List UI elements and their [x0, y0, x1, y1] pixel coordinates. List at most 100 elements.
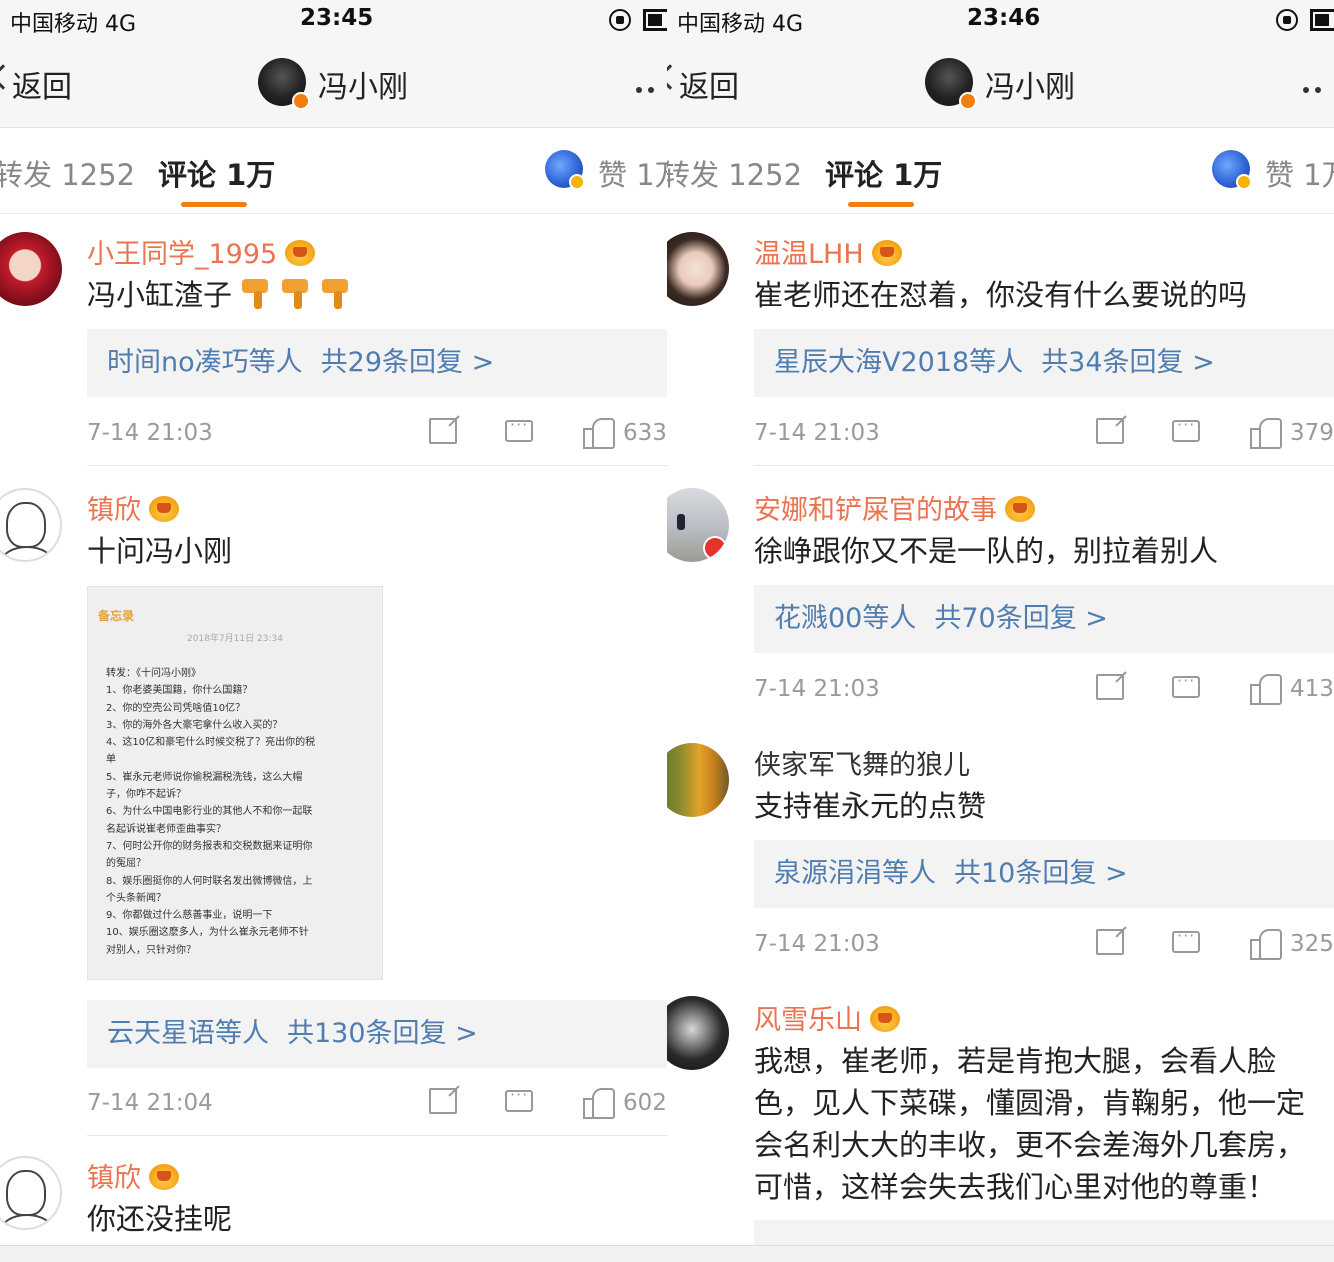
divider: [87, 1135, 667, 1136]
comment-username[interactable]: 小王同学_1995: [87, 232, 316, 271]
share-icon[interactable]: [429, 418, 457, 444]
carrier-label: 中国移动 4G: [10, 12, 137, 37]
left-screenshot: 中国移动 4G 23:45 返回 冯小刚 转发 1252 评论 1万 赞 1万 …: [0, 0, 667, 1245]
verified-icon: [959, 92, 977, 110]
more-icon[interactable]: [636, 78, 666, 93]
image-date: 2018年7月11日 23:34: [187, 634, 283, 644]
like-count: 413: [1290, 676, 1334, 702]
reply-summary[interactable]: 时间no凑巧等人 共29条回复 >: [87, 329, 667, 397]
liker-avatar[interactable]: [545, 150, 585, 190]
like-icon[interactable]: [583, 416, 615, 449]
tab-like[interactable]: 赞 1万: [598, 152, 667, 194]
verified-icon: [292, 92, 310, 110]
clock: 23:45: [300, 5, 374, 31]
avatar[interactable]: [925, 58, 977, 110]
page-title[interactable]: 冯小刚: [318, 62, 408, 106]
like-icon[interactable]: [1250, 416, 1282, 449]
tab-repost[interactable]: 转发 1252: [667, 152, 802, 194]
avatar[interactable]: [667, 488, 729, 562]
crown-icon: [871, 240, 902, 266]
comment-username[interactable]: 镇欣: [87, 1156, 179, 1195]
divider: [754, 465, 1334, 466]
like-count: 602: [623, 1090, 667, 1116]
crown-icon: [285, 240, 316, 266]
like-count: 325: [1290, 931, 1334, 957]
crown-icon: [1005, 496, 1035, 522]
comment-username[interactable]: 温温LHH: [754, 232, 902, 271]
crown-icon: [149, 1164, 179, 1190]
comment-text: 支持崔永元的点赞: [754, 789, 987, 823]
comment-date: 7-14 21:03: [754, 931, 880, 957]
liker-avatar[interactable]: [1212, 150, 1252, 190]
crown-icon: [149, 496, 179, 522]
image-text: 转发：《十问冯小刚》 1、你老婆美国籍，你什么国籍？ 2、你的空壳公司凭啥值10…: [106, 668, 316, 956]
comment-icon[interactable]: [1172, 415, 1200, 442]
battery-icon: [643, 9, 667, 31]
comment-icon[interactable]: [1172, 926, 1200, 953]
comment-icon[interactable]: [505, 415, 533, 442]
tab-repost[interactable]: 转发 1252: [0, 152, 135, 194]
nav-bar: 返回 冯小刚: [0, 40, 667, 128]
comment-meta: 7-14 21:03 325: [754, 925, 1334, 965]
reply-summary[interactable]: [754, 1220, 1334, 1245]
comment-icon[interactable]: [1172, 671, 1200, 698]
carrier-label: 中国移动 4G: [677, 12, 804, 37]
tab-bar: 转发 1252 评论 1万 赞 1万: [667, 128, 1334, 214]
share-icon[interactable]: [1096, 929, 1124, 955]
tab-comment[interactable]: 评论 1万: [825, 152, 1334, 194]
right-screenshot: 中国移动 4G 23:46 返回 冯小刚 转发 1252 评论 1万 赞 1万 …: [667, 0, 1334, 1245]
reply-summary[interactable]: 星辰大海V2018等人 共34条回复 >: [754, 329, 1334, 397]
share-icon[interactable]: [429, 1088, 457, 1114]
reply-summary[interactable]: 云天星语等人 共130条回复 >: [87, 1000, 667, 1068]
back-button[interactable]: 返回: [12, 62, 72, 106]
image-back-label: 备忘录: [98, 609, 135, 623]
comment-username[interactable]: 安娜和铲屎官的故事: [754, 488, 1035, 527]
attached-image[interactable]: 备忘录 2018年7月11日 23:34 转发：《十问冯小刚》 1、你老婆美国籍…: [87, 586, 383, 980]
tab-indicator: [181, 202, 247, 207]
comment-text: 冯小缸渣子: [87, 274, 659, 316]
avatar[interactable]: [0, 488, 62, 562]
share-icon[interactable]: [1096, 418, 1124, 444]
badge-icon: [703, 536, 727, 560]
thumbs-down-icon: [280, 277, 312, 311]
comment-meta: 7-14 21:03 633: [87, 414, 667, 454]
divider: [87, 465, 667, 466]
comment-username[interactable]: 侠家军飞舞的狼儿: [754, 743, 970, 782]
comment-text: 十问冯小刚: [87, 534, 233, 568]
comment-date: 7-14 21:04: [87, 1090, 213, 1116]
like-icon[interactable]: [1250, 672, 1282, 705]
reply-summary[interactable]: 花溅00等人 共70条回复 >: [754, 585, 1334, 653]
clock: 23:46: [967, 5, 1041, 31]
tab-comment[interactable]: 评论 1万: [158, 152, 667, 194]
comment-date: 7-14 21:03: [754, 420, 880, 446]
comment-date: 7-14 21:03: [754, 676, 880, 702]
bottom-edge: [0, 1245, 1334, 1262]
reply-summary[interactable]: 泉源涓涓等人 共10条回复 >: [754, 840, 1334, 908]
share-icon[interactable]: [1096, 674, 1124, 700]
avatar[interactable]: [0, 1156, 62, 1230]
lock-icon: [1276, 9, 1298, 31]
comment-text: 崔老师还在怼着，你没有什么要说的吗: [754, 278, 1248, 312]
tab-indicator: [848, 202, 914, 207]
avatar[interactable]: [0, 232, 62, 306]
page-title[interactable]: 冯小刚: [985, 62, 1075, 106]
crown-icon: [870, 1006, 900, 1032]
comment-meta: 7-14 21:03 413: [754, 670, 1334, 710]
avatar[interactable]: [667, 232, 729, 306]
battery-icon: [1310, 9, 1334, 31]
like-icon[interactable]: [583, 1086, 615, 1119]
like-count: 633: [623, 420, 667, 446]
more-icon[interactable]: [1303, 78, 1333, 93]
comment-date: 7-14 21:03: [87, 420, 213, 446]
thumbs-down-icon: [240, 277, 272, 311]
tab-like[interactable]: 赞 1万: [1265, 152, 1334, 194]
avatar[interactable]: [667, 743, 729, 817]
like-icon[interactable]: [1250, 927, 1282, 960]
avatar[interactable]: [258, 58, 310, 110]
back-button[interactable]: 返回: [679, 62, 739, 106]
comment-username[interactable]: 风雪乐山: [754, 998, 900, 1037]
comment-icon[interactable]: [505, 1085, 533, 1112]
comment-username[interactable]: 镇欣: [87, 488, 179, 527]
avatar[interactable]: [667, 996, 729, 1070]
image-status-bar: [88, 587, 382, 601]
